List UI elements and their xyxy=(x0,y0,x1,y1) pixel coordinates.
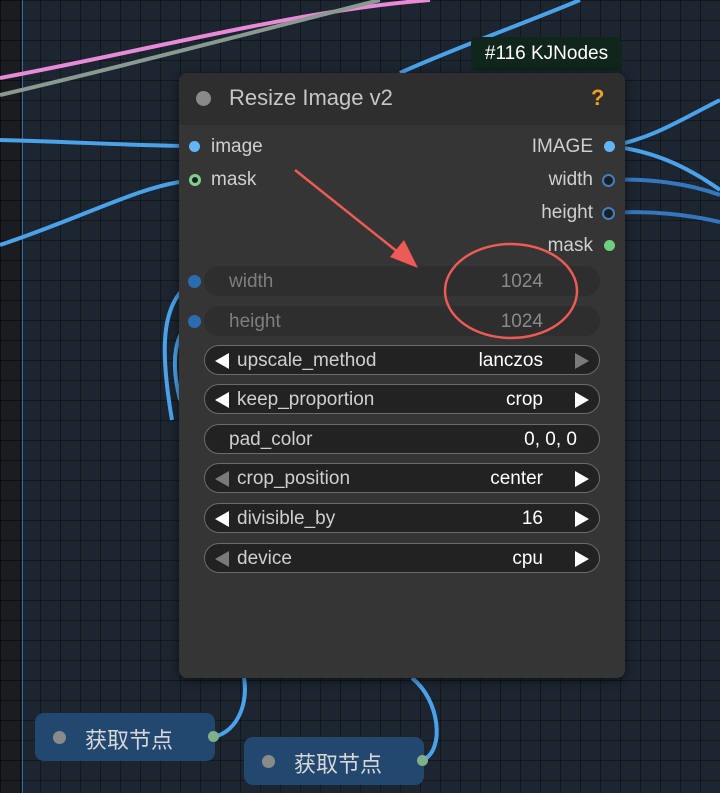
annotation-arrow-line xyxy=(294,169,405,258)
annotation-circle xyxy=(443,242,579,340)
annotation-arrowhead-icon xyxy=(390,240,418,268)
annotation-overlay xyxy=(294,169,579,340)
